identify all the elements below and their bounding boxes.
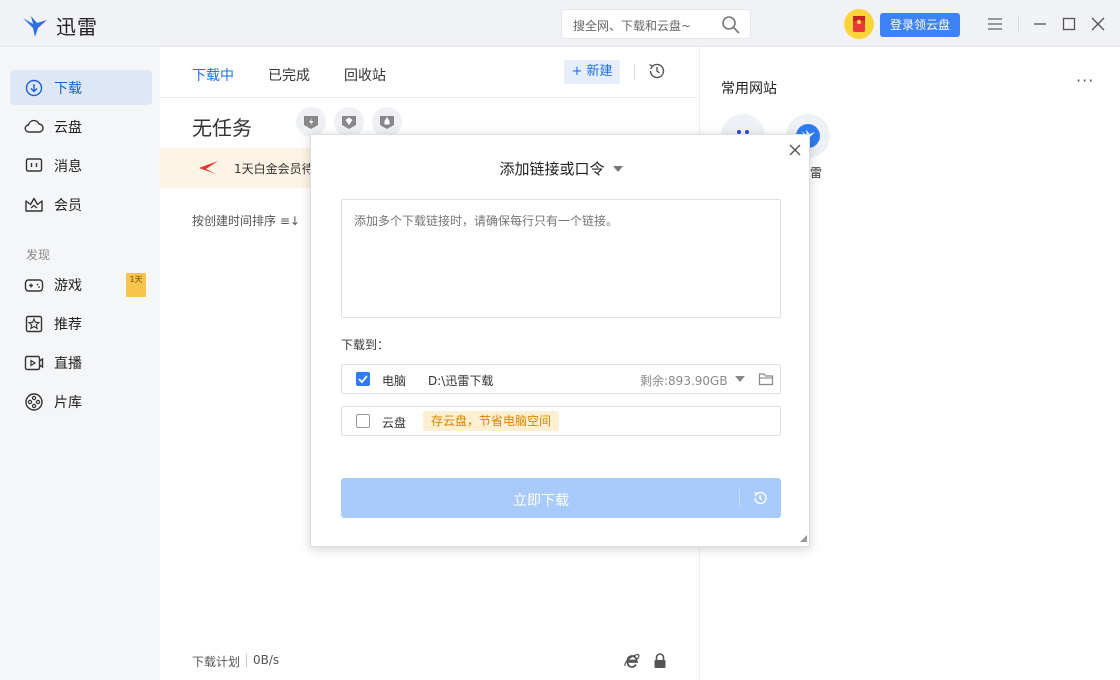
sidebar-item-label: 推荐 bbox=[54, 316, 82, 333]
sidebar: 下载 云盘 消息 会员 发现 游戏 1天 推荐 直播 片库 bbox=[0, 47, 160, 680]
sort-by-created-time[interactable]: 按创建时间排序 ≡↓ bbox=[192, 212, 300, 229]
tab-downloading[interactable]: 下载中 bbox=[192, 65, 234, 85]
lock-icon[interactable] bbox=[652, 652, 668, 670]
empty-state-title: 无任务 bbox=[192, 116, 252, 140]
sidebar-item-label: 会员 bbox=[54, 197, 82, 214]
app-logo: 迅雷 bbox=[22, 11, 98, 40]
site-label: 雷 bbox=[810, 166, 823, 180]
game-badge-text: 1天 bbox=[129, 275, 143, 284]
dialog-close-icon[interactable] bbox=[788, 143, 802, 157]
film-icon bbox=[24, 392, 44, 412]
game-promo-badge[interactable]: 1天 bbox=[126, 273, 146, 297]
new-task-button[interactable]: + 新建 bbox=[564, 60, 620, 84]
sidebar-item-label: 云盘 bbox=[54, 119, 82, 136]
message-icon bbox=[24, 156, 44, 176]
toolbar-divider bbox=[634, 64, 635, 80]
login-button[interactable]: 登录领云盘 bbox=[880, 13, 960, 37]
resize-grip[interactable] bbox=[800, 535, 807, 542]
download-icon bbox=[24, 78, 44, 98]
download-speed: 0B/s bbox=[253, 653, 280, 667]
more-options-button[interactable]: ··· bbox=[1076, 71, 1094, 90]
schedule-clock-icon[interactable] bbox=[752, 490, 768, 506]
dialog-title: 添加链接或口令 bbox=[499, 160, 605, 178]
sidebar-item-download[interactable]: 下载 bbox=[10, 70, 152, 105]
sidebar-item-live[interactable]: 直播 bbox=[10, 345, 152, 380]
rocket-badge-icon[interactable] bbox=[372, 107, 402, 137]
button-divider bbox=[739, 489, 740, 507]
app-name: 迅雷 bbox=[56, 15, 98, 39]
maximize-icon[interactable] bbox=[1059, 14, 1079, 34]
gamepad-icon bbox=[24, 275, 44, 295]
tab-completed[interactable]: 已完成 bbox=[268, 65, 310, 85]
diamond-badge-icon[interactable] bbox=[334, 107, 364, 137]
download-now-label: 立即下载 bbox=[513, 493, 569, 509]
folder-icon[interactable] bbox=[758, 372, 774, 386]
pc-checkbox[interactable] bbox=[356, 372, 370, 386]
download-now-button[interactable]: 立即下载 bbox=[341, 478, 781, 518]
search-icon[interactable] bbox=[721, 15, 741, 35]
sidebar-item-label: 消息 bbox=[54, 158, 82, 175]
browser-icon[interactable] bbox=[623, 652, 641, 670]
sidebar-item-label: 下载 bbox=[54, 80, 82, 97]
path-dropdown-icon[interactable] bbox=[735, 376, 745, 382]
close-icon[interactable] bbox=[1088, 14, 1108, 34]
download-plan-link[interactable]: 下载计划 bbox=[192, 653, 240, 670]
cloud-checkbox[interactable] bbox=[356, 414, 370, 428]
sidebar-item-cloud[interactable]: 云盘 bbox=[10, 109, 152, 144]
download-path[interactable]: D:\迅雷下载 bbox=[428, 372, 493, 389]
live-icon bbox=[24, 353, 44, 373]
minimize-icon[interactable] bbox=[1030, 14, 1050, 34]
download-to-label: 下载到： bbox=[341, 338, 390, 352]
cloud-destination-row[interactable]: 云盘 存云盘，节省电脑空间 bbox=[341, 406, 781, 436]
sidebar-item-vip[interactable]: 会员 bbox=[10, 187, 152, 222]
vip-wing-icon bbox=[199, 161, 218, 174]
cloud-tip-badge: 存云盘，节省电脑空间 bbox=[423, 411, 560, 431]
pc-destination-row[interactable]: 电脑 D:\迅雷下载 剩余:893.90GB bbox=[341, 364, 781, 394]
sidebar-item-recommend[interactable]: 推荐 bbox=[10, 306, 152, 341]
sidebar-item-label: 直播 bbox=[54, 355, 82, 372]
sidebar-item-label: 片库 bbox=[54, 394, 82, 411]
discover-section-label: 发现 bbox=[26, 248, 51, 262]
promo-text: 1天白金会员待 bbox=[234, 162, 314, 176]
pc-label: 电脑 bbox=[382, 374, 407, 388]
sidebar-item-films[interactable]: 片库 bbox=[10, 384, 152, 419]
sidebar-item-message[interactable]: 消息 bbox=[10, 148, 152, 183]
dialog-title-dropdown[interactable]: 添加链接或口令 bbox=[311, 158, 811, 179]
link-input[interactable] bbox=[341, 199, 781, 318]
search-input[interactable]: 搜全网、下载和云盘~ bbox=[573, 17, 691, 34]
speed-badge-icon[interactable] bbox=[296, 107, 326, 137]
tab-recycle-bin[interactable]: 回收站 bbox=[344, 65, 386, 85]
footer-divider bbox=[246, 654, 247, 667]
add-link-dialog: 添加链接或口令 下载到： 电脑 D:\迅雷下载 剩余:893.90GB 云盘 存… bbox=[310, 134, 810, 547]
chevron-down-icon bbox=[612, 166, 623, 172]
free-space: 剩余:893.90GB bbox=[640, 374, 728, 388]
red-packet-icon[interactable] bbox=[844, 9, 874, 39]
cloud-label: 云盘 bbox=[382, 416, 407, 430]
search-box[interactable]: 搜全网、下载和云盘~ bbox=[561, 9, 751, 39]
thunder-bird-icon bbox=[23, 15, 47, 37]
star-icon bbox=[24, 314, 44, 334]
title-bar: 迅雷 搜全网、下载和云盘~ 登录领云盘 bbox=[0, 0, 1120, 47]
menu-icon[interactable] bbox=[985, 14, 1005, 34]
crown-icon bbox=[24, 195, 44, 215]
tab-divider bbox=[160, 97, 700, 98]
title-divider bbox=[1018, 15, 1019, 33]
cloud-icon bbox=[24, 117, 44, 137]
history-icon[interactable] bbox=[647, 61, 667, 81]
common-sites-title: 常用网站 bbox=[721, 81, 777, 97]
sidebar-item-label: 游戏 bbox=[54, 277, 82, 294]
